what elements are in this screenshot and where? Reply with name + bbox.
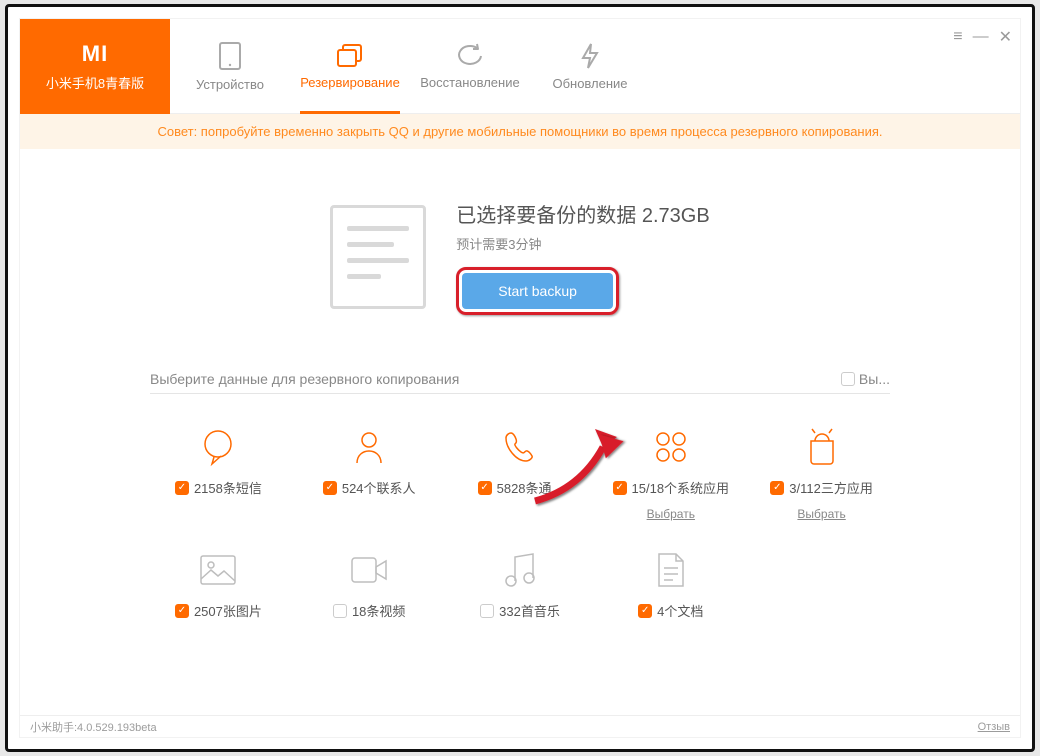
device-icon [218,41,242,71]
calls-icon [500,427,540,467]
sysapps-checkbox[interactable]: ✓ [613,481,627,495]
document-icon [330,205,426,309]
category-contacts[interactable]: ✓ 524个联系人 [301,426,438,521]
calls-checkbox[interactable]: ✓ [478,481,492,495]
tab-restore-label: Восстановление [420,75,519,90]
videos-icon [349,555,389,585]
tab-update-label: Обновление [552,76,627,91]
tab-backup-label: Резервирование [300,75,400,90]
feedback-link[interactable]: Отзыв [978,721,1010,733]
sysapps-select-link[interactable]: Выбрать [647,507,695,521]
tab-backup[interactable]: Резервирование [290,19,410,113]
category-videos[interactable]: 18条视频 [301,549,438,620]
device-name: 小米手机8青春版 [46,73,144,92]
select-all-label: Вы... [859,371,890,387]
category-userapps[interactable]: ✓ 3/112三方应用 Выбрать [753,426,890,521]
contacts-label: 524个联系人 [342,478,416,497]
mi-logo-icon: MI [82,41,108,67]
userapps-icon [802,427,842,467]
start-backup-button[interactable]: Start backup [462,273,613,309]
photos-checkbox[interactable]: ✓ [175,604,189,618]
select-data-prompt: Выберите данные для резервного копирован… [150,371,459,387]
brand-block: MI 小米手机8青春版 [20,19,170,114]
photos-label: 2507张图片 [194,601,262,620]
category-sysapps[interactable]: ✓ 15/18个系统应用 Выбрать [602,426,739,521]
version-text: 小米助手:4.0.529.193beta [30,719,157,735]
sysapps-icon [651,427,691,467]
tab-update[interactable]: Обновление [530,19,650,113]
contacts-icon [349,427,389,467]
docs-checkbox[interactable]: ✓ [638,604,652,618]
close-button[interactable]: ✕ [999,27,1012,47]
userapps-label: 3/112三方应用 [789,478,873,497]
videos-label: 18条视频 [352,601,405,620]
sysapps-label: 15/18个系统应用 [632,478,730,497]
contacts-checkbox[interactable]: ✓ [323,481,337,495]
userapps-checkbox[interactable]: ✓ [770,481,784,495]
update-icon [579,42,601,70]
divider [150,393,890,394]
category-docs[interactable]: ✓ 4个文档 [602,549,739,620]
music-icon [502,551,538,589]
selected-size-title: 已选择要备份的数据 2.73GB [456,199,709,228]
userapps-select-link[interactable]: Выбрать [797,507,845,521]
eta-text: 预计需要3分钟 [456,234,709,253]
sms-checkbox[interactable]: ✓ [175,481,189,495]
calls-label: 5828条通... [497,478,563,497]
tab-device[interactable]: Устройство [170,19,290,113]
tab-device-label: Устройство [196,77,264,92]
docs-label: 4个文档 [657,601,703,620]
music-label: 332首音乐 [499,601,560,620]
videos-checkbox[interactable] [333,604,347,618]
minimize-button[interactable]: — [973,28,989,46]
restore-icon [455,43,485,69]
sms-label: 2158条短信 [194,478,262,497]
sms-icon [198,427,238,467]
tab-restore[interactable]: Восстановление [410,19,530,113]
tip-bar: Совет: попробуйте временно закрыть QQ и … [20,114,1020,149]
start-backup-highlight: Start backup [456,267,619,315]
backup-icon [335,43,365,69]
music-checkbox[interactable] [480,604,494,618]
category-sms[interactable]: ✓ 2158条短信 [150,426,287,521]
docs-icon [655,551,687,589]
category-music[interactable]: 332首音乐 [452,549,589,620]
category-calls[interactable]: ✓ 5828条通... [452,426,589,521]
photos-icon [198,553,238,587]
select-all-checkbox[interactable] [841,372,855,386]
menu-icon[interactable]: ≡ [953,28,962,46]
category-photos[interactable]: ✓ 2507张图片 [150,549,287,620]
